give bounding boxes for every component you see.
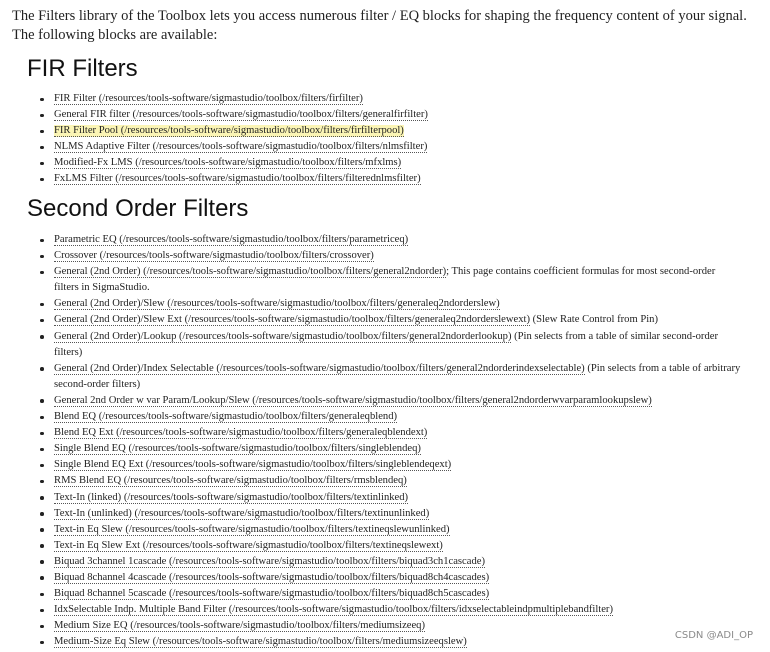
list-item: Single Blend EQ Ext (/resources/tools-so… (0, 457, 760, 473)
list-item: Text-In (linked) (/resources/tools-softw… (0, 490, 760, 506)
filter-link[interactable]: Biquad 3channel 1cascade (/resources/too… (54, 555, 485, 568)
filter-link[interactable]: Blend EQ (/resources/tools-software/sigm… (54, 411, 398, 424)
list-item: General (2nd Order) (/resources/tools-so… (0, 264, 760, 296)
filter-link[interactable]: General (2nd Order)/Lookup (/resources/t… (54, 330, 512, 343)
watermark-label: CSDN @ADI_OP (671, 630, 756, 641)
list-item: FIR Filter Pool (/resources/tools-softwa… (0, 123, 760, 139)
list-item: Crossover (/resources/tools-software/sig… (0, 248, 760, 264)
list-item: NLMS Adaptive Filter (/resources/tools-s… (0, 139, 760, 155)
filter-link[interactable]: Modified-Fx LMS (/resources/tools-softwa… (54, 157, 402, 170)
list-item: General (2nd Order)/Slew (/resources/too… (0, 296, 760, 312)
filter-link[interactable]: Text-In (linked) (/resources/tools-softw… (54, 491, 409, 504)
list-item: General (2nd Order)/Slew Ext (/resources… (0, 312, 760, 328)
filter-link[interactable]: Medium-Size Eq Slew (/resources/tools-so… (54, 636, 467, 649)
list-item: Modified-Fx LMS (/resources/tools-softwa… (0, 155, 760, 171)
filter-link[interactable]: Single Blend EQ (/resources/tools-softwa… (54, 443, 421, 456)
second-order-filters-list: Parametric EQ (/resources/tools-software… (0, 232, 760, 650)
filter-link[interactable]: RMS Blend EQ (/resources/tools-software/… (54, 475, 407, 488)
filter-link[interactable]: Text-in Eq Slew Ext (/resources/tools-so… (54, 539, 443, 552)
list-item: General (2nd Order)/Lookup (/resources/t… (0, 329, 760, 361)
filter-link[interactable]: FxLMS Filter (/resources/tools-software/… (54, 173, 421, 186)
list-item: FxLMS Filter (/resources/tools-software/… (0, 171, 760, 187)
filter-link[interactable]: IdxSelectable Indp. Multiple Band Filter… (54, 604, 613, 617)
filter-link[interactable]: Text-In (unlinked) (/resources/tools-sof… (54, 507, 430, 520)
filter-link[interactable]: Blend EQ Ext (/resources/tools-software/… (54, 427, 428, 440)
filter-link[interactable]: General 2nd Order w var Param/Lookup/Sle… (54, 394, 652, 407)
list-item: Blend EQ (/resources/tools-software/sigm… (0, 409, 760, 425)
filter-note: (Slew Rate Control from Pin) (530, 314, 658, 326)
filter-link[interactable]: General FIR filter (/resources/tools-sof… (54, 109, 428, 122)
list-item: Biquad 8channel 5cascade (/resources/too… (0, 586, 760, 602)
list-item: Biquad 3channel 1cascade (/resources/too… (0, 554, 760, 570)
list-item: Single Blend EQ (/resources/tools-softwa… (0, 441, 760, 457)
filter-link[interactable]: General (2nd Order)/Slew (/resources/too… (54, 298, 500, 311)
filter-link[interactable]: Parametric EQ (/resources/tools-software… (54, 234, 409, 246)
document-page: The Filters library of the Toolbox lets … (0, 0, 770, 652)
fir-filters-heading: FIR Filters (27, 55, 138, 82)
list-item: Blend EQ Ext (/resources/tools-software/… (0, 425, 760, 441)
list-item: FIR Filter (/resources/tools-software/si… (0, 91, 760, 107)
list-item: IdxSelectable Indp. Multiple Band Filter… (0, 602, 760, 618)
filter-link[interactable]: Medium Size EQ (/resources/tools-softwar… (54, 620, 425, 633)
filter-link[interactable]: FIR Filter Pool (/resources/tools-softwa… (54, 125, 404, 138)
list-item: Text-In (unlinked) (/resources/tools-sof… (0, 506, 760, 522)
filter-link[interactable]: Single Blend EQ Ext (/resources/tools-so… (54, 459, 452, 472)
list-item: Medium Size EQ (/resources/tools-softwar… (0, 618, 760, 634)
list-item: RMS Blend EQ (/resources/tools-software/… (0, 473, 760, 489)
filter-link[interactable]: NLMS Adaptive Filter (/resources/tools-s… (54, 141, 428, 154)
list-item: Text-in Eq Slew (/resources/tools-softwa… (0, 522, 760, 538)
filter-link[interactable]: Biquad 8channel 5cascade (/resources/too… (54, 588, 490, 601)
filter-link[interactable]: Biquad 8channel 4cascade (/resources/too… (54, 571, 490, 584)
list-item: General (2nd Order)/Index Selectable (/r… (0, 361, 760, 393)
second-order-filters-heading: Second Order Filters (27, 195, 249, 222)
list-item: Medium-Size Eq Slew (/resources/tools-so… (0, 634, 760, 650)
fir-filters-list: FIR Filter (/resources/tools-software/si… (0, 91, 760, 188)
filter-link[interactable]: Text-in Eq Slew (/resources/tools-softwa… (54, 523, 450, 536)
filter-link[interactable]: General (2nd Order)/Slew Ext (/resources… (54, 314, 530, 327)
filter-link[interactable]: General (2nd Order)/Index Selectable (/r… (54, 362, 585, 375)
filter-link[interactable]: Crossover (/resources/tools-software/sig… (54, 250, 374, 263)
intro-paragraph: The Filters library of the Toolbox lets … (12, 8, 747, 43)
list-item: Text-in Eq Slew Ext (/resources/tools-so… (0, 538, 760, 554)
list-item: General FIR filter (/resources/tools-sof… (0, 107, 760, 123)
filter-link[interactable]: General (2nd Order) (/resources/tools-so… (54, 266, 447, 279)
list-item: Biquad 8channel 4cascade (/resources/too… (0, 570, 760, 586)
list-item: General 2nd Order w var Param/Lookup/Sle… (0, 393, 760, 409)
list-item: Parametric EQ (/resources/tools-software… (0, 232, 760, 248)
filter-link[interactable]: FIR Filter (/resources/tools-software/si… (54, 93, 363, 105)
